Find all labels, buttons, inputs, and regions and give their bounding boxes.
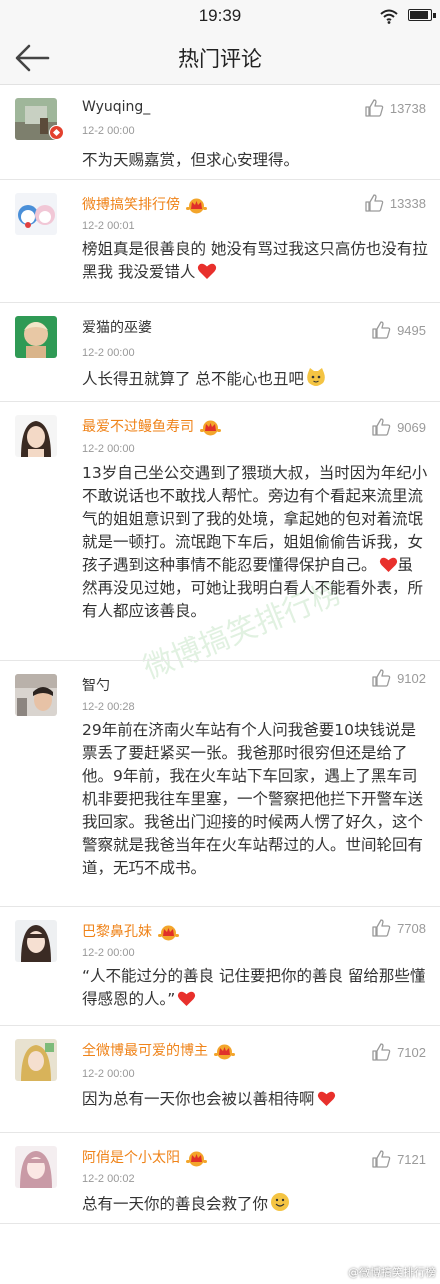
like-count: 7708 <box>397 920 426 936</box>
comment-time: 12-2 00:00 <box>82 443 135 455</box>
like-count: 9102 <box>397 670 426 686</box>
cat-face-emoji-icon <box>307 368 325 386</box>
comment-username[interactable]: 微搏搞笑排行傍 <box>82 194 207 214</box>
avatar[interactable] <box>15 1039 57 1081</box>
thumbs-up-icon <box>365 194 384 212</box>
comment-list: Wyuqing_ 12-2 00:00 13738 不为天赐嘉赏，但求心安理得。… <box>0 85 440 1224</box>
status-time: 19:39 <box>198 6 242 25</box>
comment-time: 12-2 00:02 <box>82 1173 135 1185</box>
comment-time: 12-2 00:01 <box>82 220 135 232</box>
avatar[interactable] <box>15 316 57 358</box>
avatar[interactable] <box>15 415 57 457</box>
username-text: 最爱不过鳗鱼寿司 <box>82 419 194 435</box>
comment-text-content: 总有一天你的善良会救了你 <box>82 1195 269 1213</box>
avatar[interactable] <box>15 1146 57 1188</box>
crown-badge-icon <box>200 420 221 435</box>
thumbs-up-icon <box>372 321 391 339</box>
nav-bar: 热门评论 <box>0 32 440 85</box>
like-button[interactable]: 13338 <box>364 192 426 214</box>
watermark: @微博搞笑排行榜 <box>348 1266 436 1279</box>
comment-text-content: 榜姐真是很善良的 她没有骂过我这只高仿也没有拉黑我 我没爱错人 <box>82 240 428 281</box>
avatar[interactable] <box>15 920 57 962</box>
page-title: 热门评论 <box>178 47 262 71</box>
wifi-icon <box>380 9 398 24</box>
like-count: 13338 <box>389 195 426 211</box>
comment-text: 人长得丑就算了 总不能心也丑吧 <box>82 367 428 391</box>
thumbs-up-icon <box>372 1150 391 1168</box>
like-count: 13738 <box>389 100 426 116</box>
comment-text-content: 人长得丑就算了 总不能心也丑吧 <box>82 370 304 388</box>
heart-icon <box>178 991 196 1007</box>
comment-text: 29年前在济南火车站有个人问我爸要10块钱说是票丢了要赶紧买一张。我爸那时很穷但… <box>82 721 424 877</box>
comment-time: 12-2 00:00 <box>82 947 135 959</box>
comment-text: 不为天赐嘉赏，但求心安理得。 <box>82 151 300 169</box>
comment-item: 微搏搞笑排行傍 12-2 00:01 13338 榜姐真是很善良的 她没有骂过我… <box>0 180 440 303</box>
comment-username[interactable]: 智勺 <box>82 675 110 695</box>
thumbs-up-icon <box>372 669 391 687</box>
comment-text-content: 因为总有一天你也会被以善相待啊 <box>82 1090 315 1108</box>
comment-username[interactable]: 爱猫的巫婆 <box>82 317 152 337</box>
comment-item: 阿俏是个小太阳 7121 12-2 00:02 总有一天你的善良会救了你 <box>0 1133 440 1224</box>
heart-icon <box>379 557 397 573</box>
comment-time: 12-2 00:00 <box>82 347 135 359</box>
comment-username[interactable]: 全微博最可爱的博主 <box>82 1040 235 1060</box>
comment-item: 智勺 9102 12-2 00:28 29年前在济南火车站有个人问我爸要10块钱… <box>0 661 440 907</box>
crown-badge-icon <box>158 925 179 940</box>
avatar[interactable] <box>15 674 57 716</box>
comment-username[interactable]: Wyuqing_ <box>82 99 150 115</box>
like-button[interactable]: 7708 <box>371 917 426 939</box>
like-count: 9495 <box>397 322 426 338</box>
comment-item: Wyuqing_ 12-2 00:00 13738 不为天赐嘉赏，但求心安理得。 <box>0 85 440 180</box>
thumbs-up-icon <box>372 919 391 937</box>
comment-username[interactable]: 阿俏是个小太阳 <box>82 1147 207 1167</box>
thumbs-up-icon <box>372 418 391 436</box>
comment-text: 13岁自己坐公交遇到了猥琐大叔，当时因为年纪小不敢说话也不敢找人帮忙。旁边有个看… <box>82 462 428 623</box>
like-button[interactable]: 13738 <box>364 97 426 119</box>
comment-time: 12-2 00:28 <box>82 701 135 713</box>
heart-icon <box>198 263 217 279</box>
thumbs-up-icon <box>365 99 384 117</box>
comment-item: 全微博最可爱的博主 7102 12-2 00:00 因为总有一天你也会被以善相待… <box>0 1026 440 1133</box>
like-button[interactable]: 7102 <box>371 1041 426 1063</box>
comment-text: “人不能过分的善良 记住要把你的善良 留给那些懂得感恩的人。” <box>82 965 428 1011</box>
thumbs-up-icon <box>372 1043 391 1061</box>
username-text: 巴黎鼻孔妹 <box>82 924 152 940</box>
like-count: 7102 <box>397 1044 426 1060</box>
smile-emoji-icon <box>271 1193 290 1211</box>
like-button[interactable]: 9495 <box>371 319 426 341</box>
comment-item: 爱猫的巫婆 9495 12-2 00:00 人长得丑就算了 总不能心也丑吧 <box>0 303 440 402</box>
status-bar: 19:39 <box>0 0 440 32</box>
comment-text: 榜姐真是很善良的 她没有骂过我这只高仿也没有拉黑我 我没爱错人 <box>82 238 428 284</box>
crown-badge-icon <box>186 198 207 213</box>
comment-username[interactable]: 最爱不过鳗鱼寿司 <box>82 416 221 436</box>
comment-text-content: “人不能过分的善良 记住要把你的善良 留给那些懂得感恩的人。” <box>82 967 426 1008</box>
like-count: 7121 <box>397 1151 426 1167</box>
username-text: 全微博最可爱的博主 <box>82 1043 208 1059</box>
comment-text: 因为总有一天你也会被以善相待啊 <box>82 1088 428 1111</box>
like-button[interactable]: 7121 <box>371 1148 426 1170</box>
like-button[interactable]: 9102 <box>371 667 426 689</box>
comment-text: 总有一天你的善良会救了你 <box>82 1192 428 1216</box>
username-text: 微搏搞笑排行傍 <box>82 197 180 213</box>
crown-badge-icon <box>186 1151 207 1166</box>
comment-time: 12-2 00:00 <box>82 1068 135 1080</box>
comment-item: 巴黎鼻孔妹 7708 12-2 00:00 “人不能过分的善良 记住要把你的善良… <box>0 907 440 1026</box>
like-button[interactable]: 9069 <box>371 416 426 438</box>
battery-icon <box>408 9 436 21</box>
crown-badge-icon <box>214 1044 235 1059</box>
comment-item: 最爱不过鳗鱼寿司 9069 12-2 00:00 13岁自己坐公交遇到了猥琐大叔… <box>0 402 440 661</box>
heart-icon <box>317 1091 335 1107</box>
comment-text-part: 13岁自己坐公交遇到了猥琐大叔，当时因为年纪小不敢说话也不敢找人帮忙。旁边有个看… <box>82 464 428 574</box>
like-count: 9069 <box>397 419 426 435</box>
comment-time: 12-2 00:00 <box>82 125 135 137</box>
comment-username[interactable]: 巴黎鼻孔妹 <box>82 921 179 941</box>
verified-badge-icon <box>49 125 64 140</box>
avatar[interactable] <box>15 193 57 235</box>
username-text: 阿俏是个小太阳 <box>82 1150 180 1166</box>
